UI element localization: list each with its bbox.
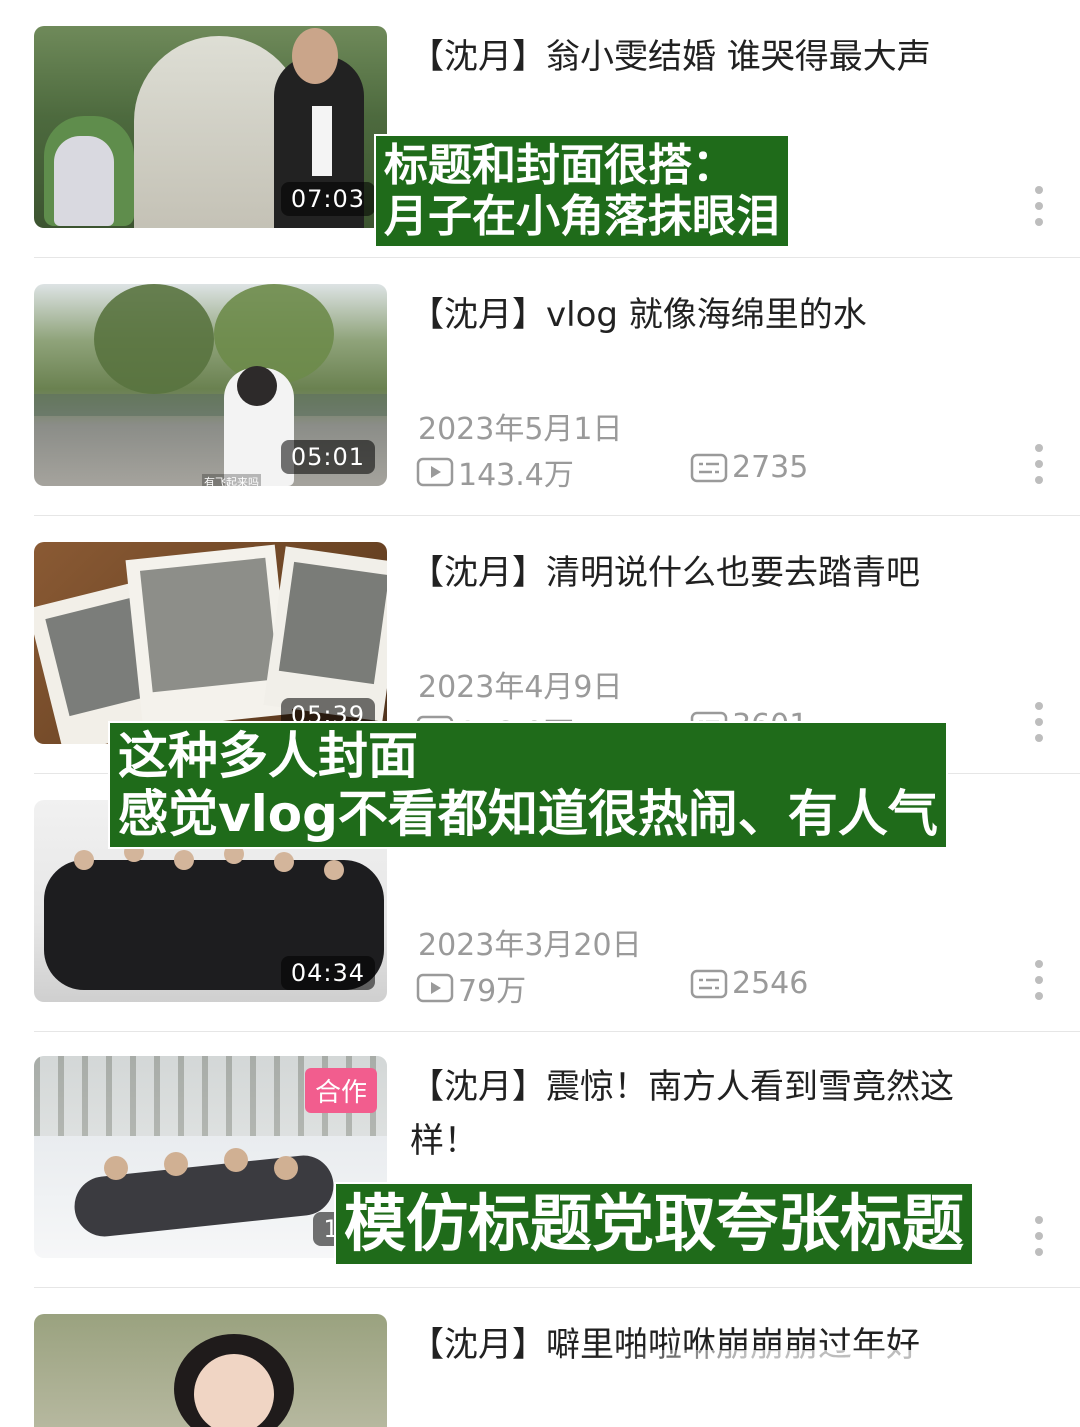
video-title[interactable]: 【沈月】震惊！南方人看到雪竟然这样！ — [410, 1060, 1020, 1168]
view-count: 79万 — [416, 966, 526, 1010]
video-duration: 04:34 — [280, 956, 375, 990]
annotation-note: 这种多人封面 感觉vlog不看都知道很热闹、有人气 — [108, 721, 948, 849]
comment-count-value: 2735 — [732, 450, 809, 485]
annotation-note: 标题和封面很搭： 月子在小角落抹眼泪 — [374, 134, 790, 249]
view-count: 143.4万 — [416, 450, 574, 494]
comment-count-value: 2546 — [732, 966, 809, 1001]
thumbnail-caption: 有飞起来吗 — [202, 474, 261, 486]
video-thumbnail[interactable]: 07:03 — [34, 26, 387, 228]
video-duration: 05:01 — [280, 440, 375, 474]
comment-count: 2735 — [690, 450, 808, 485]
video-title[interactable]: 【沈月】vlog 就像海绵里的水 — [410, 288, 1020, 342]
video-date: 2023年3月20日 — [418, 928, 642, 963]
annotation-note: 模仿标题党取夸张标题 — [334, 1182, 975, 1266]
video-duration: 07:03 — [280, 182, 375, 216]
danmaku-icon — [690, 968, 728, 1000]
play-count-icon — [416, 456, 454, 488]
view-count-value: 143.4万 — [458, 458, 574, 493]
video-item-2[interactable]: 有飞起来吗 05:01 【沈月】vlog 就像海绵里的水 2023年5月1日 1… — [0, 258, 1080, 516]
video-title[interactable]: 【沈月】翁小雯结婚 谁哭得最大声 — [410, 30, 1020, 84]
more-vertical-icon[interactable] — [1034, 960, 1044, 1000]
video-title[interactable]: 【沈月】清明说什么也要去踏青吧 — [410, 546, 1020, 600]
play-count-icon — [416, 972, 454, 1004]
danmaku-icon — [690, 452, 728, 484]
more-vertical-icon[interactable] — [1034, 186, 1044, 226]
more-vertical-icon[interactable] — [1034, 1216, 1044, 1256]
more-vertical-icon[interactable] — [1034, 702, 1044, 742]
watermark — [600, 1350, 1080, 1390]
comment-count: 2546 — [690, 966, 808, 1001]
more-vertical-icon[interactable] — [1034, 444, 1044, 484]
video-thumbnail[interactable] — [34, 1314, 387, 1427]
video-date: 2023年4月9日 — [418, 670, 623, 705]
view-count-value: 79万 — [458, 974, 527, 1009]
collab-badge: 合作 — [304, 1068, 377, 1113]
video-thumbnail[interactable]: 05:39 — [34, 542, 387, 744]
video-date: 2023年5月1日 — [418, 412, 623, 447]
video-thumbnail[interactable]: 有飞起来吗 05:01 — [34, 284, 387, 486]
